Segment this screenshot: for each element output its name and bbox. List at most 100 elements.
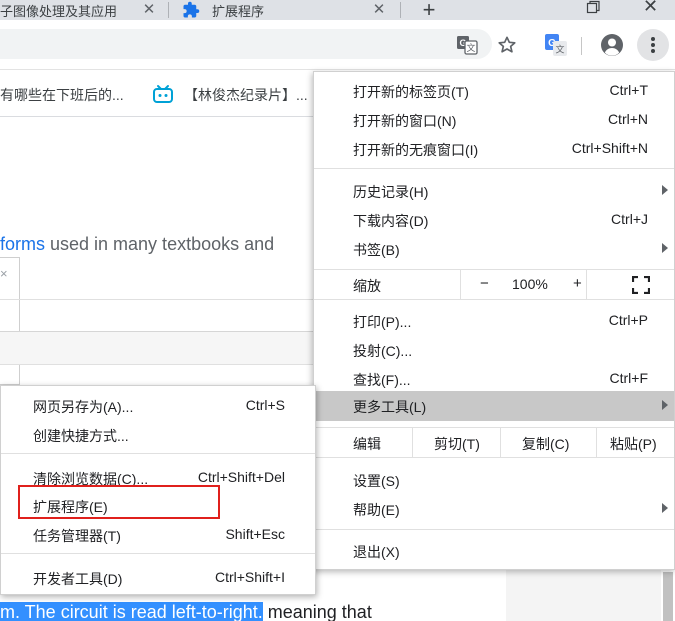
- address-bar[interactable]: [0, 29, 492, 59]
- menu-item-print[interactable]: 打印(P)... Ctrl+P: [314, 306, 674, 335]
- profile-avatar-icon[interactable]: [600, 33, 624, 57]
- zoom-out-button[interactable]: −: [480, 275, 489, 292]
- scrollbar-thumb[interactable]: [663, 572, 673, 621]
- window-restore-icon[interactable]: [586, 0, 602, 14]
- menu-item-shortcut: Ctrl+Shift+Del: [197, 469, 285, 485]
- menu-item-label: 网页另存为(A)...: [33, 399, 134, 415]
- menu-item-shortcut: Ctrl+J: [611, 211, 648, 227]
- submenu-arrow-icon: [662, 400, 668, 410]
- menu-item-shortcut: Ctrl+Shift+I: [214, 569, 285, 585]
- tab-separator: [400, 2, 401, 18]
- menu-item-bookmarks[interactable]: 书签(B): [314, 234, 674, 263]
- menu-item-label: 投射(C)...: [353, 343, 413, 359]
- menu-item-new-tab[interactable]: 打开新的标签页(T) Ctrl+T: [314, 76, 674, 105]
- paste-label: 粘贴(P): [610, 436, 657, 452]
- copy-label: 复制(C): [522, 436, 570, 452]
- menu-item-shortcut: Ctrl+Shift+N: [571, 140, 648, 156]
- menu-item-label: 打开新的窗口(N): [353, 113, 457, 129]
- paste-button[interactable]: 粘贴(P): [596, 428, 674, 457]
- menu-item-label: 帮助(E): [353, 502, 400, 518]
- menu-item-label: 更多工具(L): [353, 399, 427, 415]
- bookmark-star-icon[interactable]: [495, 33, 519, 57]
- window-close-icon[interactable]: ✕: [643, 0, 658, 17]
- bookmark-item[interactable]: 【林俊杰纪录片】...: [184, 85, 308, 105]
- submenu-arrow-icon: [662, 243, 668, 253]
- page-link[interactable]: forms: [0, 234, 45, 254]
- page-text-line: forms used in many textbooks and: [0, 234, 274, 255]
- fullscreen-icon[interactable]: [632, 276, 650, 294]
- submenu-item-save-page[interactable]: 网页另存为(A)... Ctrl+S: [1, 391, 315, 420]
- menu-item-new-incognito-window[interactable]: 打开新的无痕窗口(I) Ctrl+Shift+N: [314, 134, 674, 163]
- submenu-item-task-manager[interactable]: 任务管理器(T) Shift+Esc: [1, 520, 315, 549]
- menu-item-label: 书签(B): [353, 242, 400, 258]
- menu-item-label: 打印(P)...: [353, 314, 412, 330]
- menu-item-shortcut: Ctrl+S: [245, 397, 285, 413]
- menu-separator: [314, 529, 674, 530]
- bookmark-item[interactable]: 有哪些在下班后的...: [0, 85, 124, 105]
- page-divider: [0, 299, 314, 300]
- page-block: [0, 331, 314, 365]
- zoom-in-button[interactable]: +: [573, 275, 582, 292]
- submenu-arrow-icon: [662, 185, 668, 195]
- tab-separator: [168, 2, 169, 18]
- menu-edit-row: 编辑 剪切(T) 复制(C) 粘贴(P): [314, 428, 674, 457]
- menu-separator: [1, 453, 315, 454]
- zoom-level: 100%: [512, 276, 548, 292]
- menu-item-cast[interactable]: 投射(C)...: [314, 335, 674, 364]
- tab-extensions[interactable]: 扩展程序 ✕: [170, 0, 398, 20]
- menu-item-more-tools[interactable]: 更多工具(L): [314, 391, 674, 421]
- menu-item-downloads[interactable]: 下载内容(D) Ctrl+J: [314, 205, 674, 234]
- menu-item-help[interactable]: 帮助(E): [314, 494, 674, 523]
- tab-title: 扩展程序: [212, 4, 265, 19]
- svg-text:文: 文: [555, 44, 564, 56]
- page-bottom-text: m. The circuit is read left-to-right. me…: [0, 602, 372, 621]
- menu-item-label: 设置(S): [353, 473, 400, 489]
- menu-separator: [1, 553, 315, 554]
- tab-title: 子图像处理及其应用: [0, 4, 118, 19]
- menu-item-shortcut: Ctrl+N: [607, 111, 648, 127]
- menu-item-shortcut: Ctrl+T: [609, 82, 649, 98]
- page-divider: [0, 331, 314, 332]
- chrome-menu-button[interactable]: [637, 29, 669, 61]
- menu-item-shortcut: Ctrl+F: [609, 370, 649, 386]
- chrome-main-menu: 打开新的标签页(T) Ctrl+T 打开新的窗口(N) Ctrl+N 打开新的无…: [313, 71, 675, 570]
- menu-separator: [314, 299, 674, 300]
- menu-separator: [314, 457, 674, 458]
- google-translate-extension-icon[interactable]: G 文: [544, 33, 568, 57]
- bilibili-icon: [153, 85, 173, 103]
- tab-strip: 子图像处理及其应用 ✕ 扩展程序 ✕ + ✕: [0, 0, 675, 22]
- menu-item-new-window[interactable]: 打开新的窗口(N) Ctrl+N: [314, 105, 674, 134]
- menu-item-settings[interactable]: 设置(S): [314, 465, 674, 494]
- page-side-area: [506, 570, 661, 621]
- menu-item-label: 下载内容(D): [353, 213, 429, 229]
- translate-icon[interactable]: G 文: [455, 33, 479, 57]
- menu-item-exit[interactable]: 退出(X): [314, 536, 674, 565]
- tab-close-icon[interactable]: ✕: [141, 0, 157, 18]
- menu-item-label: 退出(X): [353, 544, 400, 560]
- menu-item-label: 查找(F)...: [353, 372, 411, 388]
- cut-label: 剪切(T): [434, 436, 480, 452]
- menu-item-history[interactable]: 历史记录(H): [314, 176, 674, 205]
- tab-close-icon[interactable]: ✕: [371, 0, 387, 18]
- highlight-annotation-box: [18, 485, 220, 519]
- menu-item-label: 打开新的标签页(T): [353, 84, 469, 100]
- submenu-item-developer-tools[interactable]: 开发者工具(D) Ctrl+Shift+I: [1, 563, 315, 592]
- zoom-label: 缩放: [353, 278, 381, 294]
- cut-button[interactable]: 剪切(T): [412, 428, 500, 457]
- menu-item-label: 打开新的无痕窗口(I): [353, 142, 479, 158]
- menu-separator: [314, 168, 674, 169]
- page-text: used in many textbooks and: [45, 234, 275, 254]
- submenu-item-create-shortcut[interactable]: 创建快捷方式...: [1, 420, 315, 449]
- tab-image-processing[interactable]: 子图像处理及其应用 ✕: [0, 0, 168, 20]
- kebab-menu-icon: [651, 37, 655, 53]
- selected-text: m. The circuit is read left-to-right.: [0, 602, 263, 621]
- menu-zoom-row: 缩放 − 100% +: [314, 270, 674, 299]
- toolbar-divider: [581, 37, 582, 55]
- submenu-arrow-icon: [662, 503, 668, 513]
- toolbar: G 文 G 文: [0, 20, 675, 70]
- menu-item-find[interactable]: 查找(F)... Ctrl+F: [314, 364, 674, 393]
- page-divider: [0, 364, 314, 365]
- copy-button[interactable]: 复制(C): [500, 428, 596, 457]
- menu-item-label: 任务管理器(T): [33, 528, 121, 544]
- side-panel-close-icon[interactable]: ×: [0, 266, 8, 281]
